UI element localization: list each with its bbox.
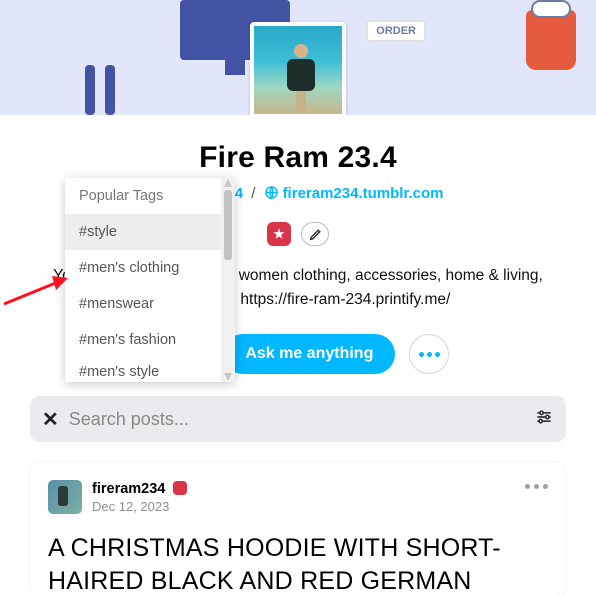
ask-button[interactable]: Ask me anything [223, 334, 395, 374]
post-meta: fireram234 Dec 12, 2023 [92, 481, 187, 514]
dot-icon [427, 352, 432, 357]
post-date: Dec 12, 2023 [92, 499, 187, 514]
scrollbar-thumb[interactable] [224, 190, 232, 260]
search-bar: ✕ [30, 396, 566, 442]
dropdown-item-style[interactable]: #style [65, 214, 235, 250]
close-icon[interactable]: ✕ [42, 407, 59, 432]
dot-icon [419, 352, 424, 357]
post-title[interactable]: A CHRISTMAS HOODIE WITH SHORT-HAIRED BLA… [48, 532, 548, 597]
header-banner: ORDER [0, 0, 596, 115]
avatar[interactable] [250, 22, 346, 115]
post-header: fireram234 Dec 12, 2023 [48, 480, 548, 514]
post-card: fireram234 Dec 12, 2023 A CHRISTMAS HOOD… [30, 462, 566, 597]
dropdown-header: Popular Tags [65, 178, 235, 214]
post-avatar[interactable] [48, 480, 82, 514]
avatar-figure [286, 44, 316, 104]
badge-icon[interactable] [267, 222, 291, 246]
post-username[interactable]: fireram234 [92, 481, 187, 497]
filter-icon[interactable] [534, 407, 554, 432]
dropdown-item-mens-clothing[interactable]: #men's clothing [65, 250, 235, 286]
edit-button[interactable] [301, 222, 329, 246]
pencil-icon [309, 228, 322, 241]
site-link[interactable]: fireram234.tumblr.com [283, 185, 444, 202]
dot-icon [435, 352, 440, 357]
tag-dropdown: Popular Tags #style #men's clothing #men… [65, 178, 235, 382]
post-username-text: fireram234 [92, 481, 165, 497]
dropdown-item-menswear[interactable]: #menswear [65, 286, 235, 322]
order-label: ORDER [366, 20, 426, 42]
more-button[interactable] [409, 334, 449, 374]
hero-illustration-cup [526, 10, 576, 70]
page-title: Fire Ram 23.4 [30, 141, 566, 175]
dropdown-scrollbar[interactable] [221, 178, 235, 382]
hero-illustration-left [85, 65, 115, 115]
verified-badge-icon [173, 481, 187, 495]
separator: / [251, 185, 255, 202]
globe-icon [264, 185, 279, 204]
dropdown-item-mens-style[interactable]: #men's style [65, 358, 235, 382]
post-more-button[interactable] [525, 484, 548, 489]
dropdown-item-mens-fashion[interactable]: #men's fashion [65, 322, 235, 358]
search-input[interactable] [69, 409, 524, 430]
